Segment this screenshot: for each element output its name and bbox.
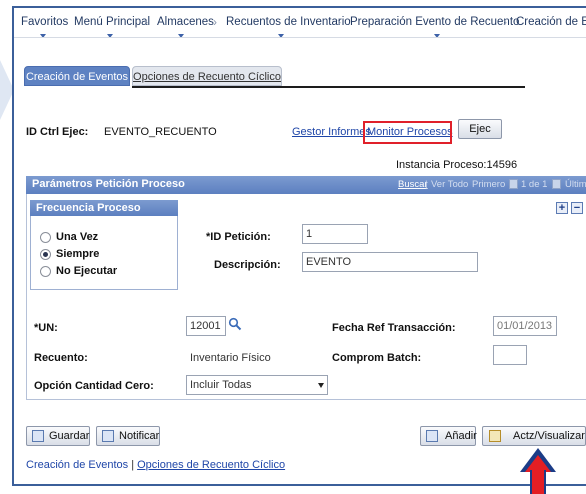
zero-qty-select[interactable]: Incluir Todas <box>186 375 328 395</box>
breadcrumb-favoritos[interactable]: Favoritos <box>21 16 68 28</box>
process-instance: Instancia Proceso:14596 <box>396 159 518 171</box>
radio-una-vez-label: Una Vez <box>56 231 99 243</box>
notify-button-label: Notificar <box>119 430 160 442</box>
radio-no-ejecutar-label: No Ejecutar <box>56 265 118 277</box>
pager-first[interactable]: Primero <box>472 179 505 190</box>
breadcrumb-preparacion[interactable]: Preparación Evento de Recuento <box>350 16 519 28</box>
pager-find[interactable]: Buscar <box>398 179 428 190</box>
footer-link-sep: | <box>131 459 135 471</box>
breadcrumb-menu-principal[interactable]: Menú Principal <box>74 16 150 28</box>
chevron-down-icon[interactable] <box>434 34 440 37</box>
params-section-title: Parámetros Petición Proceso <box>32 178 185 190</box>
frequency-group <box>30 216 178 290</box>
footer-link-creacion[interactable]: Creación de Eventos <box>26 459 128 471</box>
count-label: Recuento: <box>34 352 88 364</box>
add-row-icon[interactable]: + <box>556 202 568 214</box>
notify-button[interactable]: Notificar <box>96 426 160 446</box>
save-icon <box>32 430 44 442</box>
save-button-label: Guardar <box>49 430 90 442</box>
run-control-label: ID Ctrl Ejec: <box>26 126 89 138</box>
highlight-box <box>363 121 452 144</box>
request-id-input[interactable]: 1 <box>302 224 368 244</box>
zero-qty-label: Opción Cantidad Cero: <box>34 380 154 392</box>
run-control-value: EVENTO_RECUENTO <box>104 126 217 138</box>
add-button-label: Añadir <box>445 430 477 442</box>
breadcrumb-creacion[interactable]: Creación de Eventos <box>516 16 586 28</box>
chevron-down-icon[interactable] <box>40 34 46 37</box>
pager-range: 1 de 1 <box>521 179 548 190</box>
unit-input[interactable]: 12001 <box>186 316 226 336</box>
radio-siempre[interactable] <box>40 249 51 260</box>
frequency-group-title: Frecuencia Proceso <box>30 200 178 216</box>
tab-underline <box>132 86 525 88</box>
radio-una-vez[interactable] <box>40 232 51 243</box>
commit-batch-label: Comprom Batch: <box>332 352 422 364</box>
chevron-down-icon[interactable] <box>318 383 324 388</box>
run-button[interactable]: Ejec <box>458 119 502 139</box>
annotation-arrow-shaft <box>530 470 546 494</box>
description-label: Descripción: <box>214 259 281 271</box>
update-display-button[interactable]: Actz/Visualizar <box>482 426 586 446</box>
txn-date-label: Fecha Ref Transacción: <box>332 322 456 334</box>
search-icon[interactable] <box>228 317 242 331</box>
breadcrumb-separator: › <box>337 15 341 29</box>
report-manager-link[interactable]: Gestor Informes <box>292 126 371 138</box>
prev-arrow-icon[interactable] <box>509 179 518 189</box>
save-button[interactable]: Guardar <box>26 426 90 446</box>
radio-no-ejecutar[interactable] <box>40 266 51 277</box>
txn-date-input[interactable]: 01/01/2013 <box>493 316 557 336</box>
breadcrumb-separator: › <box>144 15 148 29</box>
add-icon <box>426 430 438 442</box>
breadcrumb-separator: › <box>503 15 507 29</box>
zero-qty-selected: Incluir Todas <box>190 379 252 391</box>
request-id-label: *ID Petición: <box>206 231 271 243</box>
pager-view-all[interactable]: Ver Todo <box>431 179 468 190</box>
breadcrumb-almacenes[interactable]: Almacenes <box>157 16 214 28</box>
add-button[interactable]: Añadir <box>420 426 477 446</box>
notify-icon <box>102 430 114 442</box>
radio-siempre-label: Siempre <box>56 248 100 260</box>
breadcrumb: Favoritos Menú Principal › Almacenes › R… <box>14 8 586 38</box>
next-arrow-icon[interactable] <box>552 179 561 189</box>
update-display-button-label: Actz/Visualizar <box>513 430 585 442</box>
footer-links: Creación de Eventos | Opciones de Recuen… <box>26 459 285 471</box>
breadcrumb-separator: › <box>213 15 217 29</box>
pager-sep: | <box>425 179 428 190</box>
tab-creacion-eventos[interactable]: Creación de Eventos <box>24 66 130 86</box>
description-input[interactable]: EVENTO <box>302 252 478 272</box>
chevron-down-icon[interactable] <box>107 34 113 37</box>
tab-opciones-recuento[interactable]: Opciones de Recuento Cíclico <box>132 66 282 86</box>
unit-label: *UN: <box>34 322 58 334</box>
pencil-icon <box>489 430 501 442</box>
remove-row-icon[interactable]: − <box>571 202 583 214</box>
count-value: Inventario Físico <box>190 352 271 364</box>
breadcrumb-recuentos[interactable]: Recuentos de Inventario <box>226 16 351 28</box>
chevron-down-icon[interactable] <box>278 34 284 37</box>
params-section-header: Parámetros Petición Proceso Buscar | Ver… <box>26 176 586 194</box>
chevron-down-icon[interactable] <box>178 34 184 37</box>
footer-link-opciones[interactable]: Opciones de Recuento Cíclico <box>137 459 285 471</box>
pager-last[interactable]: Último <box>565 179 586 190</box>
commit-batch-input[interactable] <box>493 345 527 365</box>
